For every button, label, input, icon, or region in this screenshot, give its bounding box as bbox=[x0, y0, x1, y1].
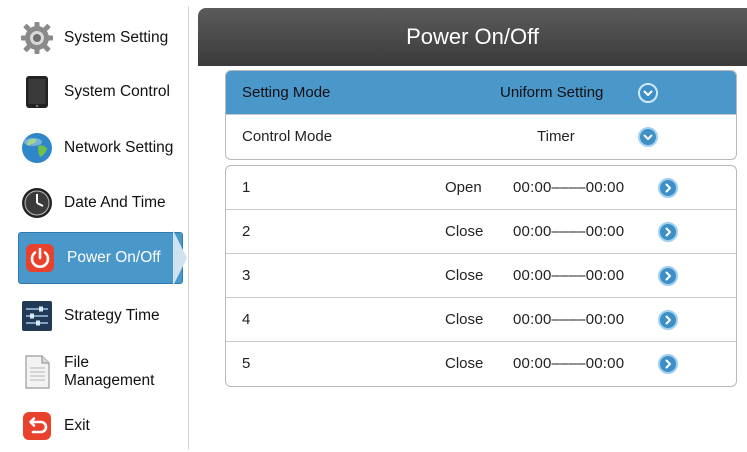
sidebar-item-network-setting[interactable]: Network Setting bbox=[10, 122, 186, 174]
sidebar-item-label: Date And Time bbox=[64, 194, 166, 211]
main-panel: Power On/Off Setting Mode Uniform Settin… bbox=[198, 0, 747, 450]
setting-mode-value: Uniform Setting bbox=[500, 84, 604, 101]
timer-number: 5 bbox=[242, 355, 251, 372]
timer-range: 00:00––––00:00 bbox=[513, 267, 625, 284]
sidebar-item-exit[interactable]: Exit bbox=[10, 400, 186, 452]
timer-state: Open bbox=[445, 179, 482, 196]
setting-mode-row[interactable]: Setting Mode Uniform Setting bbox=[226, 71, 736, 115]
exit-icon bbox=[20, 409, 54, 443]
chevron-right-icon[interactable] bbox=[658, 266, 678, 286]
sliders-icon bbox=[20, 299, 54, 333]
chevron-right-icon[interactable] bbox=[658, 178, 678, 198]
chevron-right-icon[interactable] bbox=[658, 354, 678, 374]
globe-icon bbox=[20, 131, 54, 165]
sidebar-item-power-on-off[interactable]: Power On/Off bbox=[18, 232, 183, 284]
sidebar-item-label: Strategy Time bbox=[64, 307, 160, 324]
sidebar-item-label: System Control bbox=[64, 83, 170, 100]
sidebar-item-label: Power On/Off bbox=[67, 249, 161, 266]
timer-list: 1 Open 00:00––––00:00 2 Close 00:00––––0… bbox=[225, 165, 737, 387]
sidebar-item-label: Network Setting bbox=[64, 139, 174, 156]
sidebar-item-date-and-time[interactable]: Date And Time bbox=[10, 177, 186, 229]
sidebar-item-strategy-time[interactable]: Strategy Time bbox=[10, 290, 186, 342]
timer-number: 1 bbox=[242, 179, 251, 196]
tablet-icon bbox=[20, 75, 54, 109]
timer-number: 4 bbox=[242, 311, 251, 328]
control-mode-row[interactable]: Control Mode Timer bbox=[226, 115, 736, 159]
power-icon bbox=[23, 241, 57, 275]
sidebar-item-label: Exit bbox=[64, 417, 90, 434]
page-title: Power On/Off bbox=[406, 24, 539, 49]
timer-range: 00:00––––00:00 bbox=[513, 311, 625, 328]
timer-state: Close bbox=[445, 267, 484, 284]
sidebar-item-file-management[interactable]: File Management bbox=[10, 346, 186, 398]
timer-state: Close bbox=[445, 223, 484, 240]
sidebar-item-system-control[interactable]: System Control bbox=[10, 66, 186, 118]
timer-state: Close bbox=[445, 311, 484, 328]
timer-row[interactable]: 2 Close 00:00––––00:00 bbox=[226, 210, 736, 254]
sidebar-item-label-line1: File bbox=[64, 354, 89, 371]
title-bar: Power On/Off bbox=[198, 8, 747, 66]
timer-number: 2 bbox=[242, 223, 251, 240]
mode-settings-box: Setting Mode Uniform Setting Control Mod… bbox=[225, 70, 737, 160]
timer-range: 00:00––––00:00 bbox=[513, 223, 625, 240]
control-mode-label: Control Mode bbox=[242, 128, 333, 145]
chevron-down-icon[interactable] bbox=[638, 83, 658, 103]
timer-row[interactable]: 4 Close 00:00––––00:00 bbox=[226, 298, 736, 342]
chevron-down-icon[interactable] bbox=[638, 127, 658, 147]
timer-state: Close bbox=[445, 355, 484, 372]
sidebar-item-label-line2: Management bbox=[64, 372, 155, 389]
timer-range: 00:00––––00:00 bbox=[513, 355, 625, 372]
chevron-right-icon[interactable] bbox=[658, 222, 678, 242]
timer-row[interactable]: 3 Close 00:00––––00:00 bbox=[226, 254, 736, 298]
active-item-pointer bbox=[173, 230, 187, 286]
chevron-right-icon[interactable] bbox=[658, 310, 678, 330]
setting-mode-label: Setting Mode bbox=[242, 84, 331, 101]
control-mode-value: Timer bbox=[537, 128, 575, 145]
timer-range: 00:00––––00:00 bbox=[513, 179, 625, 196]
timer-row[interactable]: 5 Close 00:00––––00:00 bbox=[226, 342, 736, 386]
document-icon bbox=[20, 355, 54, 389]
sidebar-item-label: System Setting bbox=[64, 29, 169, 46]
sidebar: System Setting System Control Network Se… bbox=[10, 6, 189, 450]
sidebar-item-system-setting[interactable]: System Setting bbox=[10, 12, 186, 64]
gear-icon bbox=[20, 21, 54, 55]
sidebar-item-label: File Management bbox=[64, 354, 154, 390]
timer-row[interactable]: 1 Open 00:00––––00:00 bbox=[226, 166, 736, 210]
clock-icon bbox=[20, 186, 54, 220]
timer-number: 3 bbox=[242, 267, 251, 284]
